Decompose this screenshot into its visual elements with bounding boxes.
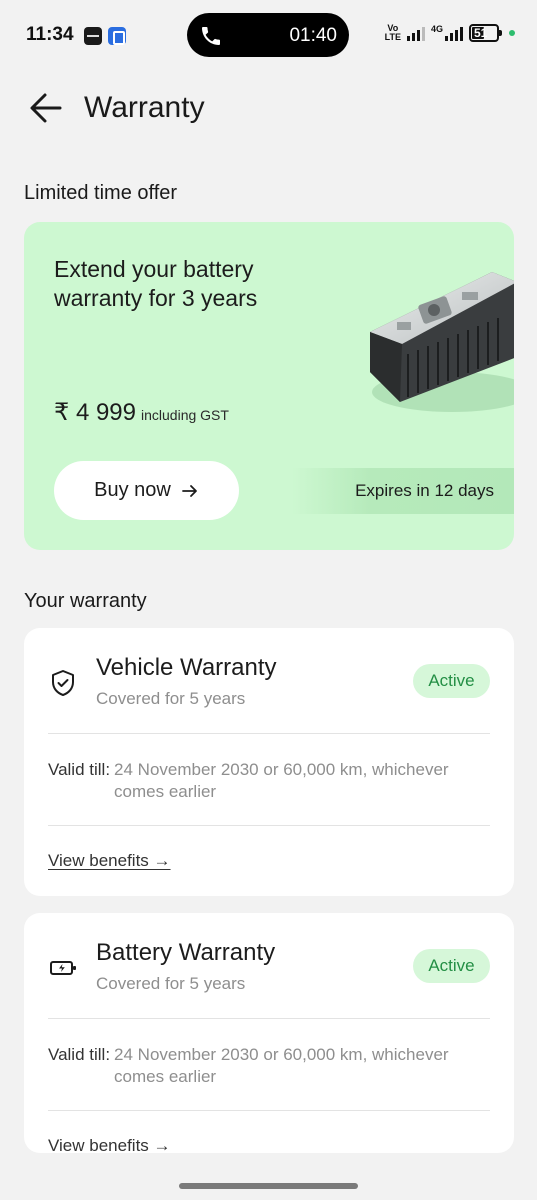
phone-icon (202, 27, 220, 45)
offer-price: ₹ 4 999 including GST (54, 398, 229, 427)
offer-headline: Extend your battery warranty for 3 years (54, 256, 258, 311)
battery-icon: 51 (469, 24, 502, 42)
shield-check-icon (52, 670, 74, 696)
page-title: Warranty (84, 91, 205, 124)
valid-till-label: Valid till: (48, 760, 111, 779)
expires-text: Expires in 12 days (355, 481, 494, 500)
valid-till-label: Valid till: (48, 1045, 111, 1064)
expires-banner: Expires in 12 days (292, 468, 514, 514)
offer-section-title: Limited time offer (24, 182, 178, 204)
phone-app-icon (108, 27, 126, 45)
vehicle-warranty-card: Vehicle Warranty Covered for 5 years Act… (24, 628, 514, 896)
back-button[interactable] (28, 90, 68, 126)
ongoing-call-pill[interactable]: 01:40 (187, 13, 349, 57)
battery-pack-image (370, 272, 514, 412)
status-bar: 11:34 01:40 Vo LTE 4G 51 (0, 0, 537, 70)
divider (48, 825, 490, 826)
warranty-subtitle: Covered for 5 years (96, 689, 246, 708)
call-timer: 01:40 (289, 25, 337, 46)
arrow-right-icon (181, 484, 197, 497)
divider (48, 1018, 490, 1019)
network-type: 4G (430, 24, 443, 34)
divider (48, 1110, 490, 1111)
app-notification-icon (84, 27, 102, 45)
valid-till-row: Valid till: 24 November 2030 or 60,000 k… (48, 759, 493, 803)
valid-till-value: 24 November 2030 or 60,000 km, whichever… (114, 760, 449, 801)
volte-indicator: Vo LTE (384, 23, 401, 42)
signal-icon (406, 25, 425, 41)
valid-till-value: 24 November 2030 or 60,000 km, whichever… (114, 1045, 449, 1086)
offer-card: Extend your battery warranty for 3 years… (24, 222, 514, 550)
arrow-left-icon (30, 93, 62, 123)
status-badge: Active (413, 949, 490, 983)
buy-now-label: Buy now (94, 479, 171, 501)
battery-warranty-card: Battery Warranty Covered for 5 years Act… (24, 913, 514, 1153)
view-benefits-link[interactable]: View benefits → (48, 1136, 171, 1153)
warranty-title: Battery Warranty (96, 939, 276, 966)
price-note: including GST (141, 407, 229, 423)
view-benefits-link[interactable]: View benefits → (48, 851, 171, 871)
privacy-dot-icon (509, 30, 515, 36)
warranty-title: Vehicle Warranty (96, 654, 277, 681)
price-value: ₹ 4 999 (54, 399, 136, 426)
status-time: 11:34 (26, 24, 74, 45)
divider (48, 733, 490, 734)
valid-till-row: Valid till: 24 November 2030 or 60,000 k… (48, 1044, 493, 1088)
bottom-nav-area (0, 1153, 537, 1200)
battery-charging-icon (50, 961, 76, 975)
warranty-subtitle: Covered for 5 years (96, 974, 246, 993)
battery-level: 51 (474, 26, 488, 40)
status-badge: Active (413, 664, 490, 698)
home-indicator[interactable] (179, 1183, 358, 1189)
signal-icon-2 (445, 25, 463, 41)
buy-now-button[interactable]: Buy now (54, 461, 239, 520)
warranty-section-title: Your warranty (24, 590, 147, 612)
